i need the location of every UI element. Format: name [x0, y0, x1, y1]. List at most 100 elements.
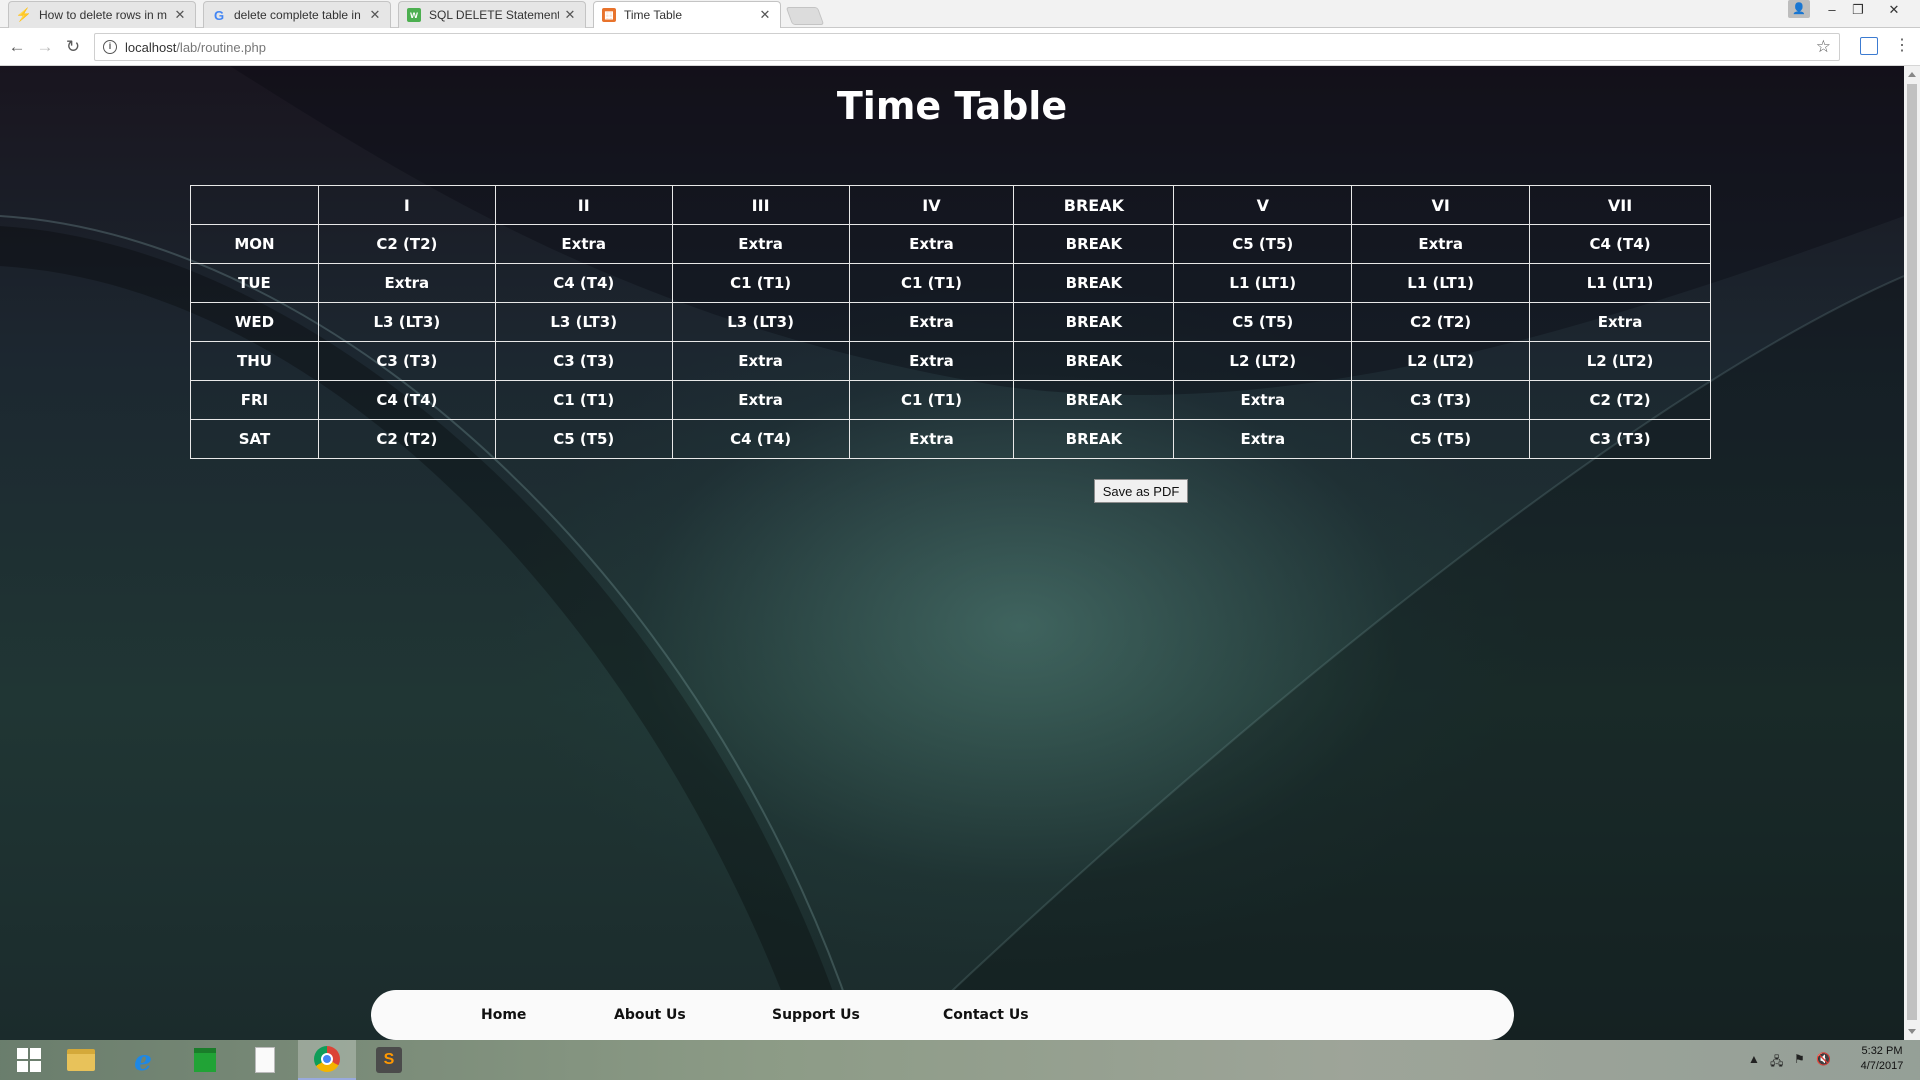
- table-cell: C2 (T2): [317, 419, 496, 459]
- minimize-icon[interactable]: –: [1818, 0, 1846, 20]
- page-content: Time Table I II III IV BREAK V VI VII MO…: [0, 66, 1904, 1040]
- back-icon[interactable]: ←: [6, 36, 28, 58]
- table-cell: L1 (LT1): [1351, 263, 1531, 303]
- table-cell: C3 (T3): [317, 341, 496, 381]
- reload-icon[interactable]: ↻: [62, 36, 84, 58]
- break-cell: BREAK: [1013, 224, 1175, 264]
- tab-delete-complete-table[interactable]: G delete complete table in ✕: [203, 1, 391, 28]
- menu-icon[interactable]: ⋮: [1894, 36, 1910, 56]
- table-cell: Extra: [1351, 224, 1531, 264]
- close-icon[interactable]: ✕: [563, 7, 577, 23]
- profile-icon[interactable]: 👤: [1788, 0, 1810, 18]
- break-cell: BREAK: [1013, 302, 1175, 342]
- close-icon[interactable]: ✕: [368, 7, 382, 23]
- tray-overflow-icon[interactable]: ▲: [1748, 1052, 1760, 1066]
- day-cell: WED: [190, 302, 319, 342]
- header-period-4: IV: [848, 185, 1015, 225]
- stackoverflow-icon: ⚡: [15, 7, 33, 22]
- system-clock[interactable]: 5:32 PM 4/7/2017: [1850, 1044, 1914, 1074]
- url-path: /lab/routine.php: [176, 39, 266, 55]
- header-period-3: III: [671, 185, 850, 225]
- table-cell: Extra: [848, 224, 1015, 264]
- browser-tab-bar: ⚡ How to delete rows in m ✕ G delete com…: [0, 0, 1920, 28]
- header-period-1: I: [317, 185, 496, 225]
- tab-time-table[interactable]: ▦ Time Table ✕: [593, 1, 781, 28]
- break-cell: BREAK: [1013, 419, 1175, 459]
- scroll-down-icon[interactable]: [1908, 1029, 1916, 1034]
- save-as-pdf-button[interactable]: Save as PDF: [1094, 479, 1188, 503]
- nav-link-home[interactable]: Home: [481, 1007, 526, 1023]
- table-cell: Extra: [1173, 419, 1353, 459]
- action-center-flag-icon[interactable]: ⚑: [1794, 1052, 1805, 1066]
- table-cell: L2 (LT2): [1529, 341, 1711, 381]
- table-cell: L3 (LT3): [317, 302, 496, 342]
- table-cell: Extra: [671, 341, 850, 381]
- forward-icon[interactable]: →: [34, 36, 56, 58]
- clock-time: 5:32 PM: [1861, 1045, 1903, 1057]
- notepad-icon[interactable]: [236, 1040, 294, 1080]
- day-cell: MON: [190, 224, 319, 264]
- browser-toolbar: ← → ↻ i localhost/lab/routine.php ☆ ⋮: [0, 28, 1920, 66]
- table-header-row: I II III IV BREAK V VI VII: [190, 185, 1711, 225]
- restore-icon[interactable]: ❐: [1844, 0, 1872, 20]
- new-tab-button[interactable]: [785, 7, 825, 25]
- table-cell: Extra: [494, 224, 673, 264]
- volume-muted-icon[interactable]: 🔇: [1816, 1052, 1831, 1066]
- table-cell: C1 (T1): [671, 263, 850, 303]
- break-cell: BREAK: [1013, 341, 1175, 381]
- close-icon[interactable]: ✕: [173, 7, 187, 23]
- table-cell: C4 (T4): [1529, 224, 1711, 264]
- table-cell: C1 (T1): [848, 380, 1015, 420]
- table-cell: C4 (T4): [494, 263, 673, 303]
- table-cell: Extra: [848, 341, 1015, 381]
- nav-link-support-us[interactable]: Support Us: [772, 1007, 860, 1023]
- footer-nav: Home About Us Support Us Contact Us: [371, 990, 1514, 1040]
- extension-icon[interactable]: [1860, 37, 1878, 55]
- nav-link-about-us[interactable]: About Us: [614, 1007, 686, 1023]
- table-cell: C5 (T5): [1173, 224, 1353, 264]
- windows-start-icon[interactable]: [0, 1040, 58, 1080]
- table-row: MON C2 (T2) Extra Extra Extra BREAK C5 (…: [190, 224, 1711, 264]
- table-cell: Extra: [317, 263, 496, 303]
- table-cell: C4 (T4): [317, 380, 496, 420]
- tab-label: delete complete table in: [234, 8, 361, 22]
- page-title: Time Table: [836, 84, 1068, 128]
- scroll-up-icon[interactable]: [1908, 72, 1916, 77]
- table-cell: Extra: [671, 380, 850, 420]
- table-cell: L2 (LT2): [1351, 341, 1531, 381]
- file-explorer-icon[interactable]: [52, 1040, 110, 1080]
- network-icon[interactable]: 🖧: [1770, 1052, 1783, 1073]
- tab-sql-delete-statement[interactable]: w SQL DELETE Statement ✕: [398, 1, 586, 28]
- table-cell: Extra: [1529, 302, 1711, 342]
- table-cell: C5 (T5): [1173, 302, 1353, 342]
- vertical-scrollbar[interactable]: [1904, 66, 1920, 1040]
- close-icon[interactable]: ✕: [758, 7, 772, 23]
- table-cell: Extra: [848, 419, 1015, 459]
- table-cell: L3 (LT3): [671, 302, 850, 342]
- tab-how-to-delete-rows[interactable]: ⚡ How to delete rows in m ✕: [8, 1, 196, 28]
- bookmark-star-icon[interactable]: ☆: [1816, 37, 1831, 57]
- header-break: BREAK: [1013, 185, 1175, 225]
- address-bar[interactable]: i localhost/lab/routine.php ☆: [94, 33, 1840, 61]
- table-cell: C3 (T3): [1351, 380, 1531, 420]
- close-window-icon[interactable]: ✕: [1880, 0, 1908, 20]
- chrome-icon[interactable]: [298, 1040, 356, 1080]
- header-day: [190, 185, 319, 225]
- sublime-text-icon[interactable]: S: [360, 1040, 418, 1080]
- nav-link-contact-us[interactable]: Contact Us: [943, 1007, 1029, 1023]
- table-row: WED L3 (LT3) L3 (LT3) L3 (LT3) Extra BRE…: [190, 302, 1711, 342]
- header-period-7: VII: [1529, 185, 1711, 225]
- clock-date: 4/7/2017: [1860, 1060, 1904, 1072]
- internet-explorer-icon[interactable]: e: [114, 1040, 172, 1080]
- day-cell: FRI: [190, 380, 319, 420]
- scrollbar-thumb[interactable]: [1907, 84, 1917, 1020]
- info-icon[interactable]: i: [103, 40, 117, 54]
- taskbar: e S ▲ 🖧 ⚑ 🔇 5:32 PM 4/7/2017: [0, 1040, 1920, 1080]
- table-cell: C2 (T2): [1351, 302, 1531, 342]
- url-host: localhost: [125, 39, 177, 55]
- table-cell: Extra: [1173, 380, 1353, 420]
- tab-label: Time Table: [624, 8, 683, 22]
- table-row: THU C3 (T3) C3 (T3) Extra Extra BREAK L2…: [190, 341, 1711, 381]
- break-cell: BREAK: [1013, 263, 1175, 303]
- store-icon[interactable]: [176, 1040, 234, 1080]
